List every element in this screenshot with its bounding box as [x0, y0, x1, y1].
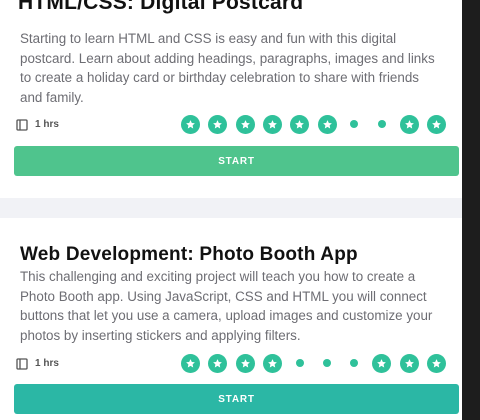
star-icon [235, 353, 255, 373]
book-icon [16, 357, 28, 370]
dot-icon [350, 359, 359, 367]
star-icon [426, 353, 446, 373]
progress-steps [177, 352, 450, 374]
start-button[interactable]: START [14, 384, 459, 414]
duration-label: 1 hrs [35, 357, 59, 369]
progress-dot [314, 352, 341, 374]
progress-steps [177, 113, 450, 135]
dot-icon [323, 359, 332, 367]
progress-star-icon [423, 352, 450, 374]
progress-dot [341, 352, 368, 374]
progress-dot [341, 113, 368, 135]
progress-dot [368, 113, 395, 135]
star-icon [235, 114, 255, 134]
star-icon [263, 353, 283, 373]
progress-star-icon [314, 113, 341, 135]
dot-icon [350, 120, 359, 128]
star-icon [372, 353, 392, 373]
progress-star-icon [395, 113, 422, 135]
dot-icon [295, 359, 304, 367]
scrollbar[interactable] [462, 0, 480, 420]
star-icon [208, 353, 228, 373]
star-icon [181, 114, 201, 134]
star-icon [426, 114, 446, 134]
course-card: Web Development: Photo Booth App This ch… [0, 218, 462, 420]
course-description: This challenging and exciting project wi… [20, 269, 433, 343]
progress-star-icon [232, 113, 259, 135]
progress-star-icon [177, 352, 204, 374]
star-icon [399, 114, 419, 134]
start-button[interactable]: START [14, 146, 459, 176]
progress-star-icon [368, 352, 395, 374]
progress-star-icon [259, 113, 286, 135]
course-card: HTML/CSS: Digital Postcard Starting to l… [0, 0, 462, 198]
progress-dot [286, 352, 313, 374]
star-icon [317, 114, 337, 134]
dot-icon [377, 120, 386, 128]
star-icon [290, 114, 310, 134]
star-icon [208, 114, 228, 134]
progress-star-icon [232, 352, 259, 374]
duration-label: 1 hrs [35, 118, 59, 130]
course-meta: 1 hrs [16, 113, 450, 135]
course-title[interactable]: HTML/CSS: Digital Postcard [18, 0, 303, 15]
progress-star-icon [395, 352, 422, 374]
progress-star-icon [204, 352, 231, 374]
star-icon [181, 353, 201, 373]
star-icon [263, 114, 283, 134]
course-meta: 1 hrs [16, 352, 450, 374]
progress-star-icon [423, 113, 450, 135]
course-duration: 1 hrs [16, 357, 59, 370]
book-icon [16, 118, 28, 131]
star-icon [399, 353, 419, 373]
course-duration: 1 hrs [16, 118, 59, 131]
progress-star-icon [259, 352, 286, 374]
course-description: Starting to learn HTML and CSS is easy a… [20, 31, 435, 105]
progress-star-icon [177, 113, 204, 135]
course-title[interactable]: Web Development: Photo Booth App [20, 244, 358, 266]
progress-star-icon [204, 113, 231, 135]
progress-star-icon [286, 113, 313, 135]
